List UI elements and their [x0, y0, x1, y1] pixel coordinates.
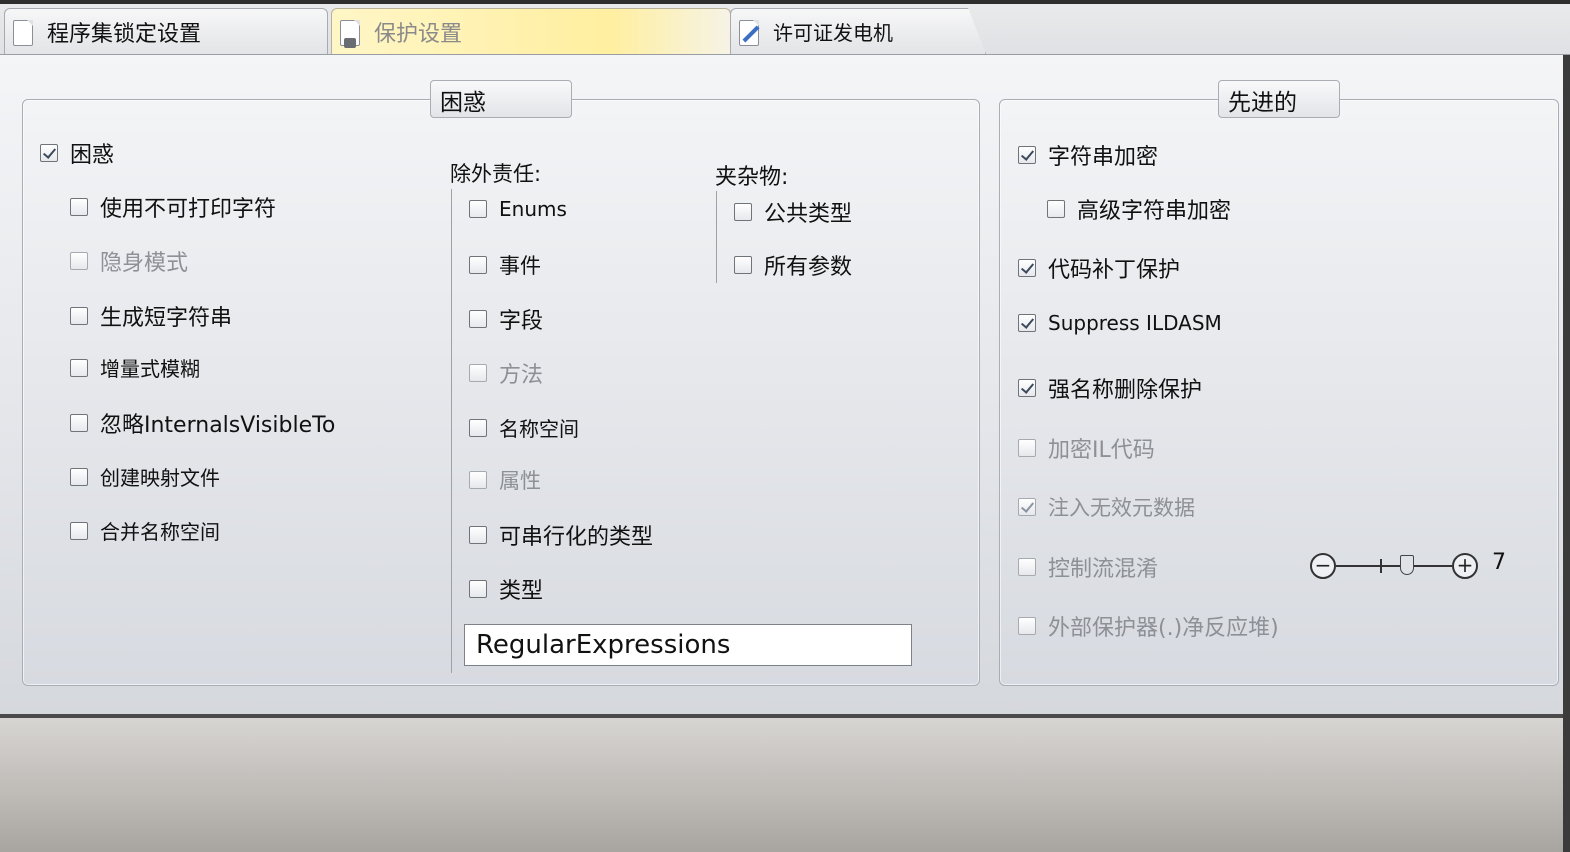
ignore-internalsvisibleto-checkbox[interactable]: 忽略InternalsVisibleTo: [70, 407, 335, 439]
advanced-string-encryption-checkbox[interactable]: 高级字符串加密: [1047, 193, 1231, 225]
strong-name-removal-protection-checkbox[interactable]: 强名称删除保护: [1018, 372, 1202, 404]
protection-settings-panel: 困惑 困惑 使用不可打印字符 隐身模式 生成短字符串 增量式模糊 忽略Inter…: [0, 55, 1563, 715]
encrypt-il-code-checkbox[interactable]: 加密IL代码: [1018, 432, 1155, 464]
slider-track: [1336, 565, 1452, 567]
exclude-methods-checkbox[interactable]: 方法: [469, 357, 543, 389]
exclude-enums-checkbox[interactable]: Enums: [469, 197, 567, 221]
checkbox-box[interactable]: [1018, 259, 1036, 277]
control-flow-level-value: 7: [1492, 550, 1506, 575]
string-encryption-checkbox[interactable]: 字符串加密: [1018, 139, 1158, 171]
checkbox-box[interactable]: [1018, 617, 1036, 635]
checkbox-box[interactable]: [469, 526, 487, 544]
tab-strip: 程序集锁定设置 保护设置 许可证发电机: [0, 0, 1570, 55]
control-flow-obfuscation-checkbox[interactable]: 控制流混淆: [1018, 551, 1158, 583]
checkbox-box[interactable]: [40, 144, 58, 162]
exclude-types-checkbox[interactable]: 类型: [469, 573, 543, 605]
inject-invalid-metadata-checkbox[interactable]: 注入无效元数据: [1018, 492, 1195, 522]
tab-protection-settings[interactable]: 保护设置: [331, 8, 731, 54]
control-flow-level-slider[interactable]: − +: [1310, 549, 1478, 583]
checkbox-box[interactable]: [1047, 200, 1065, 218]
code-patch-protection-checkbox[interactable]: 代码补丁保护: [1018, 252, 1180, 284]
checkbox-box[interactable]: [469, 310, 487, 328]
checkbox-box[interactable]: [469, 471, 487, 489]
checkbox-box[interactable]: [469, 256, 487, 274]
checkbox-box[interactable]: [469, 364, 487, 382]
advanced-group-title: 先进的: [1218, 80, 1340, 118]
exclude-namespaces-checkbox[interactable]: 名称空间: [469, 413, 579, 442]
include-all-parameters-checkbox[interactable]: 所有参数: [734, 249, 852, 281]
obfuscation-checkbox[interactable]: 困惑: [40, 137, 114, 169]
slider-tick: [1380, 559, 1382, 573]
checkbox-box[interactable]: [1018, 498, 1036, 516]
stealth-mode-checkbox[interactable]: 隐身模式: [70, 245, 188, 277]
checkbox-box[interactable]: [1018, 439, 1036, 457]
inclusions-divider: [716, 191, 717, 283]
zoom-minus-icon[interactable]: −: [1310, 553, 1336, 579]
footer-area: [0, 718, 1563, 852]
lock-document-icon: [13, 18, 35, 46]
tab-label: 保护设置: [374, 21, 463, 47]
checkbox-box[interactable]: [70, 414, 88, 432]
generate-short-strings-checkbox[interactable]: 生成短字符串: [70, 300, 232, 332]
exclude-fields-checkbox[interactable]: 字段: [469, 303, 543, 335]
checkbox-box[interactable]: [469, 200, 487, 218]
zoom-plus-icon[interactable]: +: [1452, 553, 1478, 579]
inclusions-label: 夹杂物:: [715, 165, 789, 190]
checkbox-box[interactable]: [70, 307, 88, 325]
incremental-obfuscation-checkbox[interactable]: 增量式模糊: [70, 353, 200, 382]
license-key-icon: [739, 18, 761, 46]
checkbox-box[interactable]: [1018, 146, 1036, 164]
checkbox-box[interactable]: [70, 198, 88, 216]
merge-namespaces-checkbox[interactable]: 合并名称空间: [70, 516, 220, 545]
checkbox-box[interactable]: [70, 358, 88, 377]
checkbox-box[interactable]: [1018, 558, 1036, 576]
namespace-filter-input[interactable]: [464, 624, 912, 666]
include-public-types-checkbox[interactable]: 公共类型: [734, 196, 852, 228]
checkbox-box[interactable]: [734, 203, 752, 221]
checkbox-box[interactable]: [734, 256, 752, 274]
exclude-serializable-types-checkbox[interactable]: 可串行化的类型: [469, 519, 653, 551]
lock-document-icon: [340, 18, 362, 48]
create-mapping-file-checkbox[interactable]: 创建映射文件: [70, 462, 220, 491]
external-protector-checkbox[interactable]: 外部保护器(.)净反应堆): [1018, 610, 1279, 642]
tab-label: 许可证发电机: [773, 21, 893, 45]
checkbox-box[interactable]: [469, 580, 487, 598]
exclude-properties-checkbox[interactable]: 属性: [469, 465, 541, 495]
window-edge: [1563, 55, 1570, 852]
tab-assembly-lock-settings[interactable]: 程序集锁定设置: [4, 8, 328, 54]
checkbox-box[interactable]: [70, 467, 88, 486]
checkbox-box[interactable]: [70, 521, 88, 540]
checkbox-box[interactable]: [469, 418, 487, 437]
exclusions-divider: [451, 189, 452, 673]
exclusions-label: 除外责任:: [450, 162, 542, 186]
use-unprintable-chars-checkbox[interactable]: 使用不可打印字符: [70, 191, 276, 223]
suppress-ildasm-checkbox[interactable]: Suppress ILDASM: [1018, 311, 1222, 335]
exclude-events-checkbox[interactable]: 事件: [469, 250, 541, 280]
obfuscation-group-title: 困惑: [430, 80, 572, 118]
checkbox-box[interactable]: [1018, 314, 1036, 332]
tab-license-generator[interactable]: 许可证发电机: [730, 8, 986, 54]
tab-label: 程序集锁定设置: [47, 21, 202, 47]
slider-thumb[interactable]: [1400, 555, 1414, 575]
checkbox-box[interactable]: [1018, 379, 1036, 397]
checkbox-box[interactable]: [70, 252, 88, 270]
